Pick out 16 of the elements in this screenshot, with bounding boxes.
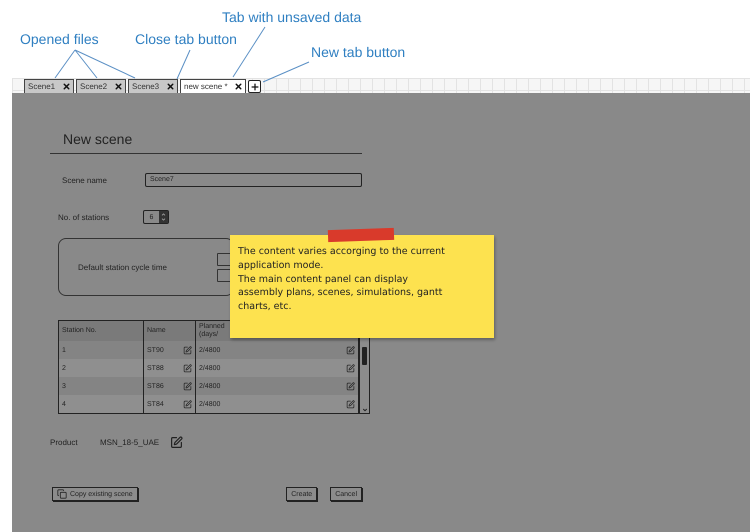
file-tab[interactable]: new scene * [180,79,246,93]
form-title: New scene [50,131,362,154]
file-tab[interactable]: Scene2 [76,79,126,93]
annotation-label: New tab button [311,44,406,60]
annotation-label: Close tab button [135,31,237,47]
file-tab[interactable]: Scene1 [24,79,74,93]
field-label: Default station cycle time [78,262,168,272]
product-value: MSN_18-5_UAE [100,438,160,447]
note-text: The content varies accorging to the current application mode. [238,245,446,273]
note-text: The main content panel can display assembly plans, scenes, simulations, gantt charts, etc. [238,272,444,314]
field-label: Product [50,438,79,447]
annotation-label: Opened files [20,31,99,47]
field-label: No. of stations [58,212,110,222]
field-label: Scene name [62,176,108,184]
annotation-label: Tab with unsaved data [222,9,362,25]
file-tab[interactable]: Scene3 [128,79,178,93]
